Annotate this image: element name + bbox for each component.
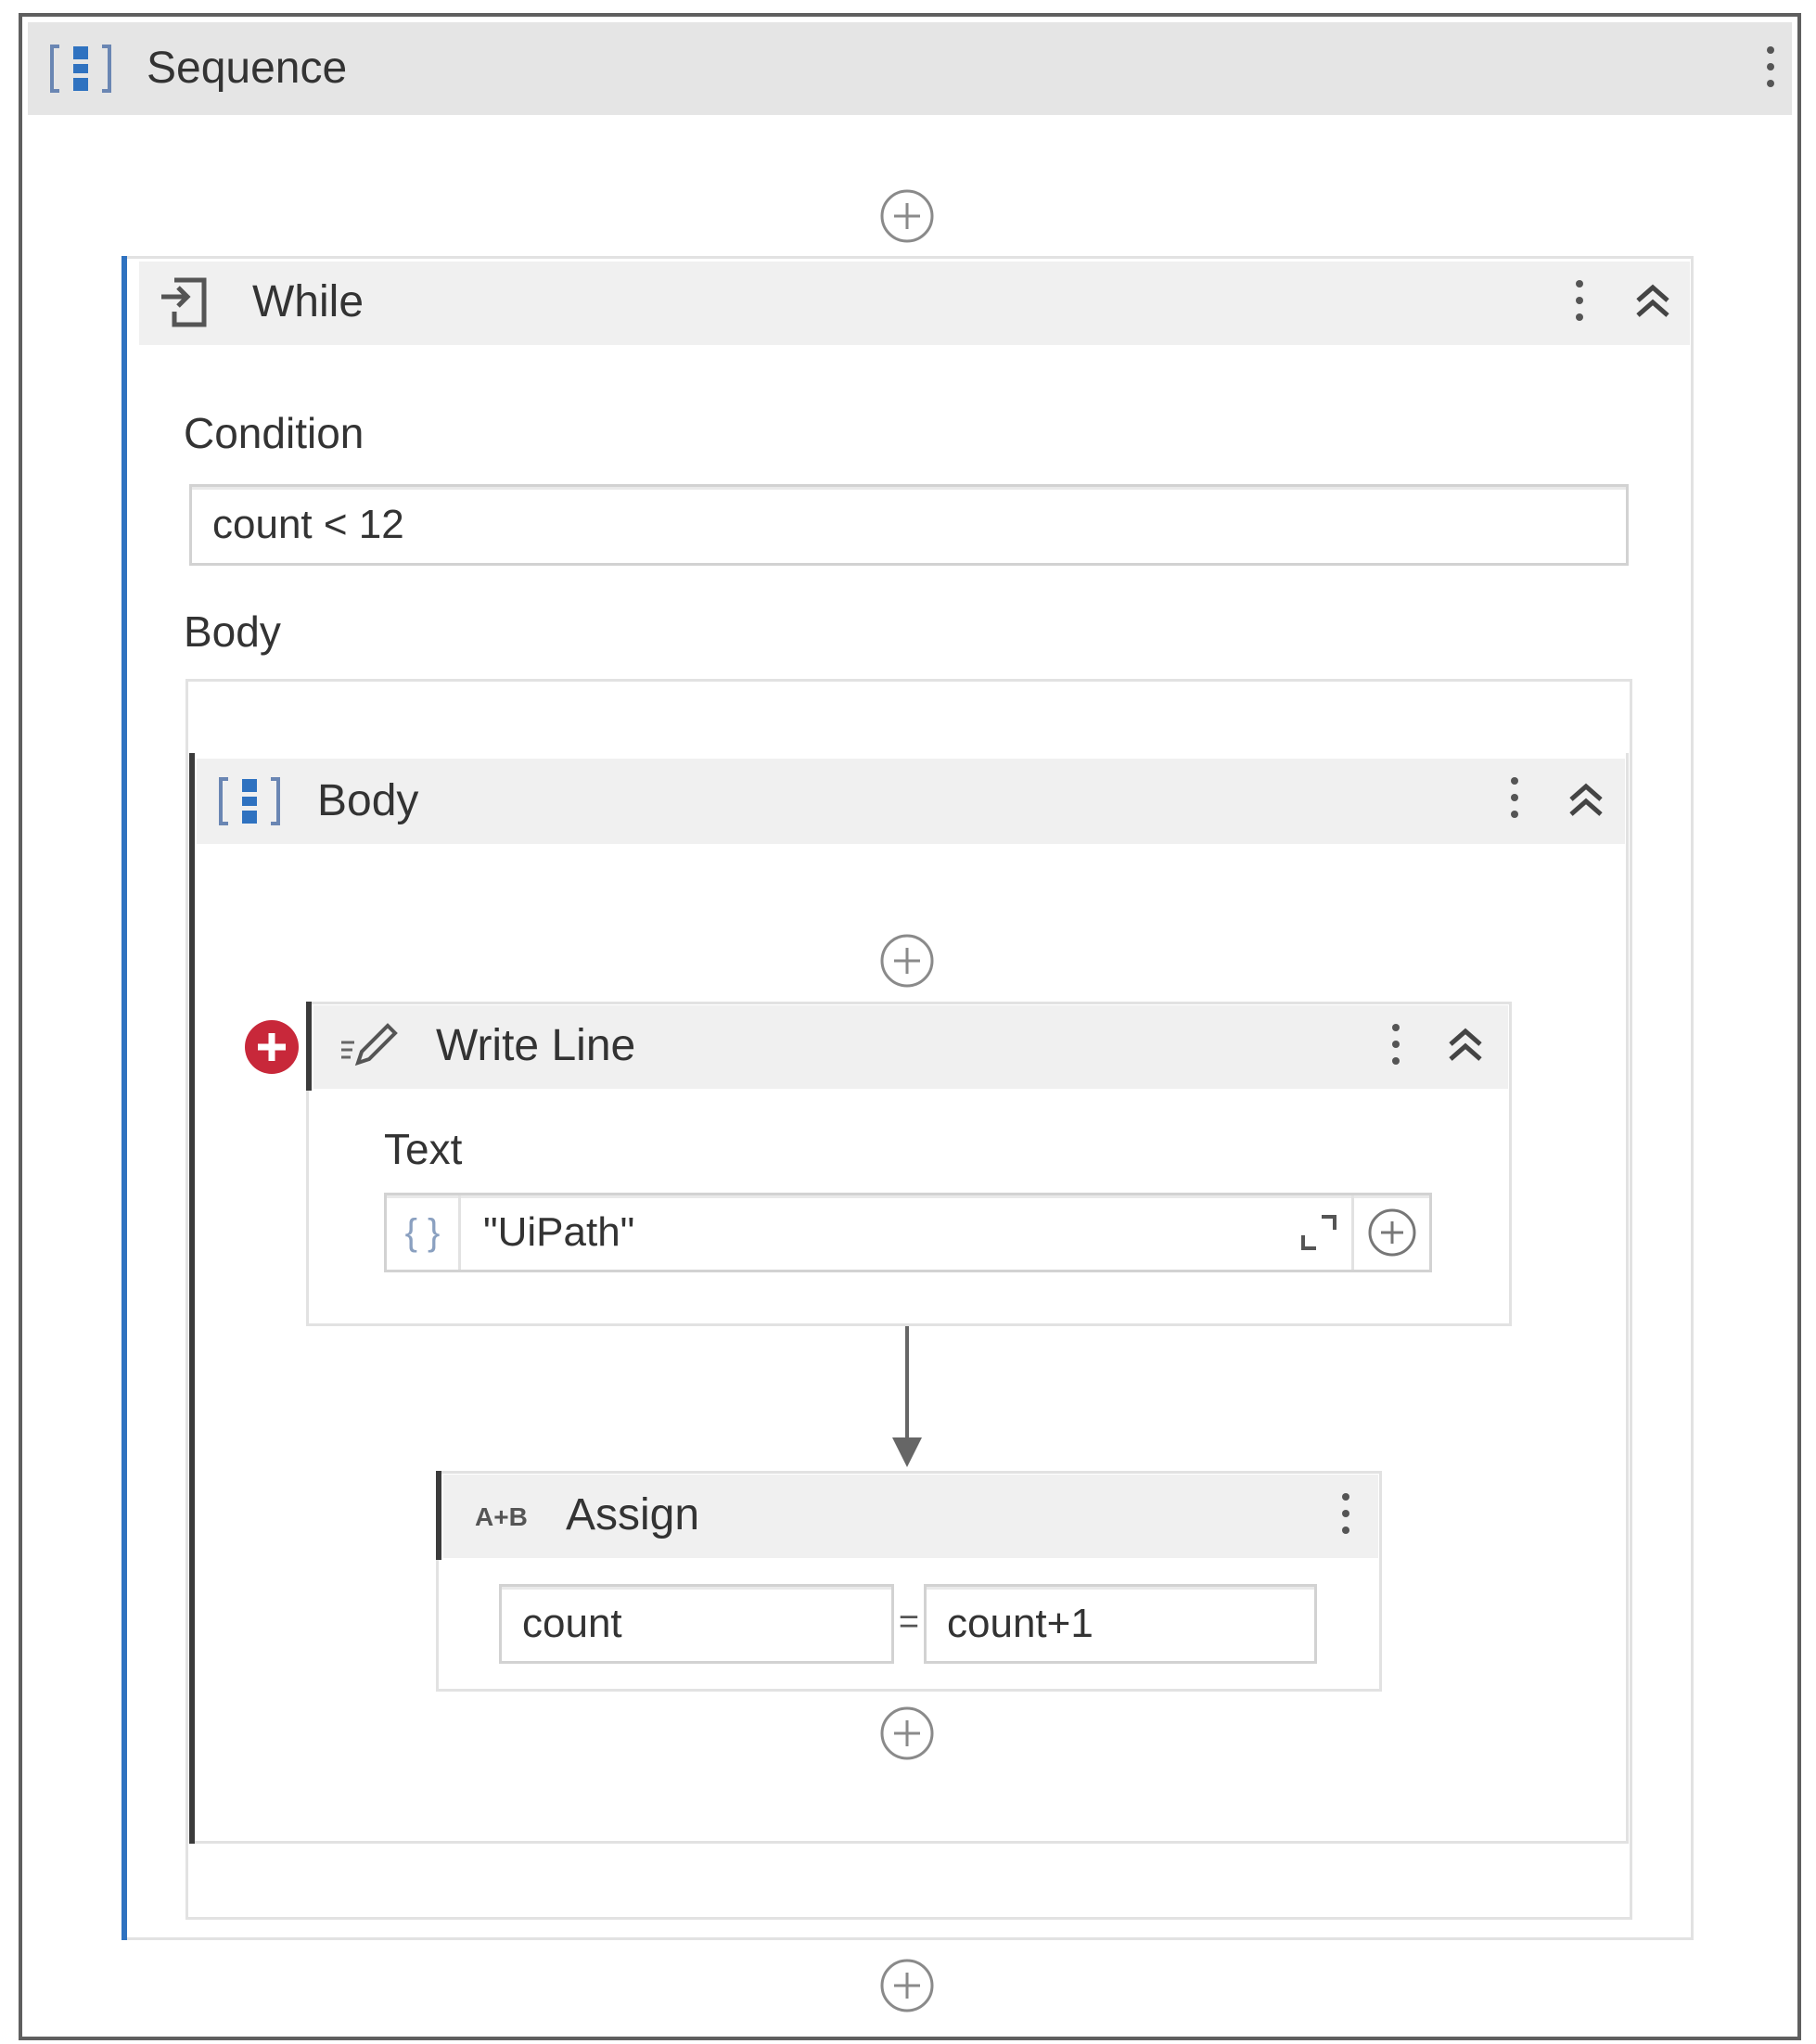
body-more-icon[interactable] (1508, 777, 1521, 827)
collapse-icon[interactable] (1632, 282, 1673, 319)
add-activity-icon[interactable] (878, 932, 936, 990)
body-title: Body (317, 776, 419, 825)
add-activity-icon[interactable] (878, 1957, 936, 2014)
write-line-header[interactable]: Write Line (313, 1005, 1508, 1089)
text-value: "UiPath" (483, 1209, 635, 1255)
write-line-title: Write Line (436, 1021, 636, 1070)
text-input[interactable]: { } "UiPath" (384, 1193, 1432, 1272)
assign-value-input[interactable]: count+1 (924, 1584, 1317, 1664)
write-line-left-bar (306, 1002, 312, 1091)
expression-icon[interactable]: { } (387, 1195, 461, 1270)
assign-more-icon[interactable] (1339, 1493, 1352, 1543)
while-selection-bar (121, 256, 127, 1940)
while-loop-icon (158, 275, 213, 332)
collapse-icon[interactable] (1445, 1026, 1486, 1063)
assign-header[interactable]: A+B Assign (443, 1475, 1378, 1558)
assign-left-bar (436, 1471, 441, 1560)
while-more-icon[interactable] (1573, 280, 1586, 330)
equals-sign: = (898, 1603, 920, 1642)
while-title: While (252, 277, 364, 326)
sequence-icon (217, 773, 282, 829)
write-line-more-icon[interactable] (1389, 1024, 1402, 1074)
while-header[interactable]: While (139, 262, 1690, 345)
body-header[interactable]: Body (197, 759, 1625, 844)
assign-to-input[interactable]: count (499, 1584, 894, 1664)
text-label: Text (384, 1125, 463, 1173)
sequence-title: Sequence (147, 44, 348, 93)
assign-title: Assign (566, 1490, 700, 1539)
sequence-icon (48, 41, 113, 96)
collapse-icon[interactable] (1566, 781, 1606, 818)
add-activity-icon[interactable] (878, 1705, 936, 1762)
expand-icon[interactable] (1286, 1211, 1351, 1254)
add-activity-icon[interactable] (878, 187, 936, 245)
body-left-bar (189, 753, 195, 1844)
condition-input[interactable]: count < 12 (189, 484, 1629, 566)
sequence-more-icon[interactable] (1764, 46, 1777, 96)
add-argument-icon[interactable] (1351, 1195, 1429, 1270)
pencil-icon (338, 1022, 399, 1068)
sequence-header[interactable]: Sequence (28, 22, 1792, 115)
error-icon[interactable] (243, 1018, 301, 1076)
condition-label: Condition (184, 409, 364, 457)
assign-icon: A+B (475, 1502, 528, 1531)
body-label: Body (184, 607, 281, 656)
flow-arrow (887, 1326, 927, 1471)
